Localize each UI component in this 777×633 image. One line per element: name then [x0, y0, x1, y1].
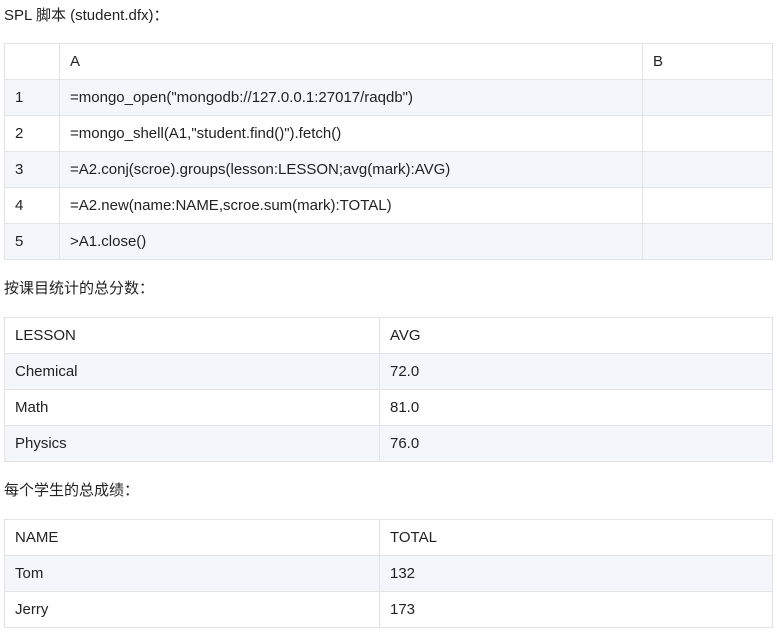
- table-header-row: NAME TOTAL: [4, 519, 773, 556]
- row-number: 1: [4, 79, 60, 116]
- table-row: 3 =A2.conj(scroe).groups(lesson:LESSON;a…: [4, 151, 773, 188]
- table-row: 5 >A1.close(): [4, 223, 773, 260]
- cell-a: =A2.new(name:NAME,scroe.sum(mark):TOTAL): [59, 187, 643, 224]
- lesson-caption: 按课目统计的总分数：: [4, 280, 155, 297]
- table-row: 2 =mongo_shell(A1,"student.find()").fetc…: [4, 115, 773, 152]
- cell-a: =A2.conj(scroe).groups(lesson:LESSON;avg…: [59, 151, 643, 188]
- cell-b: [642, 115, 773, 152]
- cell-a: =mongo_shell(A1,"student.find()").fetch(…: [59, 115, 643, 152]
- column-header-b: B: [642, 43, 773, 80]
- column-header-avg: AVG: [379, 317, 773, 354]
- row-number: 4: [4, 187, 60, 224]
- table-header-row: LESSON AVG: [4, 317, 773, 354]
- avg-cell: 81.0: [379, 389, 773, 426]
- student-total-table: NAME TOTAL Tom 132 Jerry 173: [4, 519, 773, 628]
- total-cell: 132: [379, 555, 773, 592]
- table-row: Jerry 173: [4, 591, 773, 628]
- lesson-average-table: LESSON AVG Chemical 72.0 Math 81.0 Physi…: [4, 317, 773, 462]
- table-row: 4 =A2.new(name:NAME,scroe.sum(mark):TOTA…: [4, 187, 773, 224]
- table-row: Math 81.0: [4, 389, 773, 426]
- table-row: 1 =mongo_open("mongodb://127.0.0.1:27017…: [4, 79, 773, 116]
- cell-a: =mongo_open("mongodb://127.0.0.1:27017/r…: [59, 79, 643, 116]
- row-number: 3: [4, 151, 60, 188]
- spl-script-table: A B 1 =mongo_open("mongodb://127.0.0.1:2…: [4, 43, 773, 260]
- lesson-cell: Math: [4, 389, 380, 426]
- name-cell: Tom: [4, 555, 380, 592]
- column-header-name: NAME: [4, 519, 380, 556]
- cell-b: [642, 151, 773, 188]
- name-cell: Jerry: [4, 591, 380, 628]
- column-header-a: A: [59, 43, 643, 80]
- table-row: Chemical 72.0: [4, 353, 773, 390]
- column-header-rownum: [4, 43, 60, 80]
- row-number: 5: [4, 223, 60, 260]
- table-row: Physics 76.0: [4, 425, 773, 462]
- table-header-row: A B: [4, 43, 773, 80]
- cell-b: [642, 223, 773, 260]
- avg-cell: 72.0: [379, 353, 773, 390]
- cell-b: [642, 79, 773, 116]
- table-row: Tom 132: [4, 555, 773, 592]
- column-header-total: TOTAL: [379, 519, 773, 556]
- cell-a: >A1.close(): [59, 223, 643, 260]
- script-caption: SPL 脚本 (student.dfx)：: [4, 7, 169, 24]
- avg-cell: 76.0: [379, 425, 773, 462]
- row-number: 2: [4, 115, 60, 152]
- student-caption: 每个学生的总成绩：: [4, 482, 140, 499]
- cell-b: [642, 187, 773, 224]
- column-header-lesson: LESSON: [4, 317, 380, 354]
- lesson-cell: Chemical: [4, 353, 380, 390]
- total-cell: 173: [379, 591, 773, 628]
- lesson-cell: Physics: [4, 425, 380, 462]
